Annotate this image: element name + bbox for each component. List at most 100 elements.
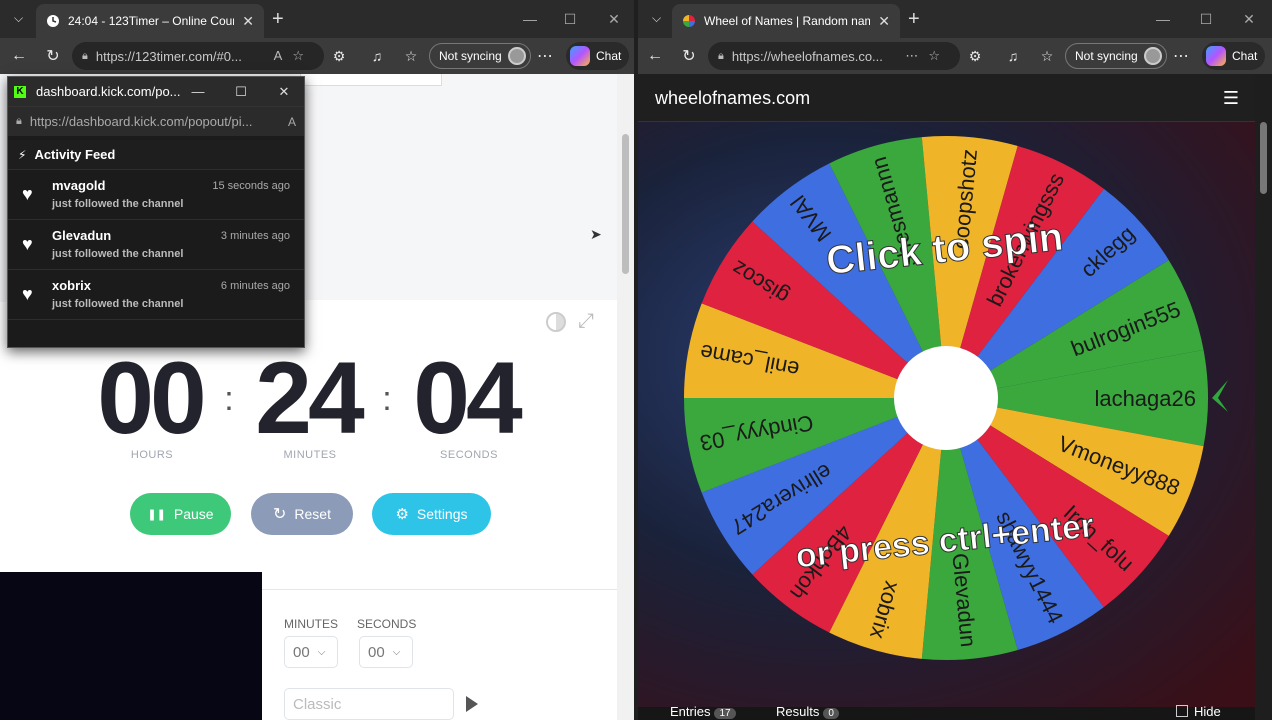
read-aloud-icon[interactable]: A bbox=[288, 115, 296, 129]
chat-label: Chat bbox=[1232, 49, 1258, 63]
activity-feed-title: Activity Feed bbox=[34, 147, 116, 162]
scrollbar[interactable] bbox=[617, 74, 634, 720]
results-tab[interactable]: Results 0 bbox=[776, 704, 839, 719]
lock-icon: 🔒︎ bbox=[16, 115, 22, 127]
close-tab-icon[interactable]: ✕ bbox=[878, 13, 890, 30]
wheel-page: wheelofnames.com ☰ lachaga26 Vmoneyy888 Ir… bbox=[638, 74, 1255, 720]
minimize-icon[interactable]: — bbox=[178, 77, 218, 106]
close-window-icon[interactable]: ✕ bbox=[264, 77, 304, 106]
new-tab-icon[interactable]: + bbox=[272, 9, 284, 29]
wheel-tabs: Entries 17 Results 0 Hide bbox=[638, 702, 1255, 720]
new-tab-icon[interactable]: + bbox=[908, 9, 920, 29]
entries-count: 17 bbox=[714, 708, 736, 719]
extensions-icon[interactable]: ⚙ bbox=[328, 45, 350, 67]
dropdown-fragment bbox=[300, 74, 442, 86]
media-icon[interactable]: ♫ bbox=[366, 45, 388, 67]
minutes-digits: 24 bbox=[255, 341, 364, 455]
checkbox-icon bbox=[1176, 705, 1188, 717]
fullscreen-icon[interactable]: ⤢ bbox=[578, 310, 594, 333]
address-bar[interactable]: 🔒︎ https://123timer.com/#0... A☆ bbox=[72, 42, 324, 70]
style-select-value: Classic bbox=[293, 695, 342, 713]
more-menu-icon[interactable]: ⋯ bbox=[534, 45, 556, 67]
scrollbar-thumb[interactable] bbox=[1260, 122, 1267, 194]
close-window-icon[interactable]: ✕ bbox=[592, 0, 634, 38]
play-icon[interactable] bbox=[466, 696, 478, 712]
pause-button[interactable]: ❚❚ Pause bbox=[130, 493, 231, 535]
tab-list-chevron-icon[interactable]: ⌵ bbox=[652, 11, 661, 26]
style-select[interactable]: Classic bbox=[284, 688, 454, 720]
theme-toggle-icon[interactable] bbox=[546, 312, 566, 332]
address-bar[interactable]: 🔒︎ https://wheelofnames.co... ⋯☆ bbox=[708, 42, 960, 70]
popout-title: dashboard.kick.com/po... bbox=[36, 84, 181, 99]
browser-toolbar: ← ↻ 🔒︎ https://123timer.com/#0... A☆ ⚙ ♫… bbox=[0, 38, 634, 74]
hamburger-menu-icon[interactable]: ☰ bbox=[1223, 88, 1239, 109]
hide-toggle[interactable]: Hide bbox=[1176, 704, 1221, 719]
hide-label: Hide bbox=[1194, 704, 1221, 719]
profile-avatar bbox=[507, 47, 526, 65]
address-actions-icon[interactable]: A☆ bbox=[274, 48, 314, 64]
favorites-icon[interactable]: ☆ bbox=[1036, 45, 1058, 67]
sync-label: Not syncing bbox=[439, 49, 502, 63]
entries-tab[interactable]: Entries 17 bbox=[670, 704, 736, 719]
tab-123timer[interactable]: 24:04 - 123Timer – Online Countdown ✕ bbox=[36, 4, 264, 38]
gear-icon: ⚙ bbox=[395, 506, 409, 523]
seconds-select[interactable]: 00 ⌵ bbox=[359, 636, 413, 668]
follower-name: mvagold bbox=[52, 178, 106, 193]
sync-button[interactable]: Not syncing bbox=[1065, 43, 1167, 69]
tab-list-chevron-icon[interactable]: ⌵ bbox=[14, 11, 23, 26]
name-wheel[interactable]: lachaga26Vmoneyy888Iron_folushawyy1444Gl… bbox=[638, 122, 1255, 707]
back-icon[interactable]: ← bbox=[8, 45, 30, 67]
wheel-favicon-icon bbox=[682, 14, 696, 28]
minutes-select[interactable]: 00 ⌵ bbox=[284, 636, 338, 668]
kick-logo-icon: K bbox=[14, 85, 26, 98]
minimize-icon[interactable]: — bbox=[508, 0, 552, 38]
right-browser-window: ⌵ Wheel of Names | Random name picker ✕ … bbox=[638, 0, 1272, 720]
follower-name: Glevadun bbox=[52, 228, 112, 243]
refresh-icon[interactable]: ↻ bbox=[678, 45, 700, 67]
extensions-icon[interactable]: ⚙ bbox=[964, 45, 986, 67]
copilot-chat-button[interactable]: Chat bbox=[566, 42, 630, 70]
scrollbar[interactable] bbox=[1255, 74, 1272, 720]
results-count: 0 bbox=[823, 708, 839, 719]
scrollbar-thumb[interactable] bbox=[622, 134, 629, 274]
activity-item: ♥ xobrix just followed the channel 6 min… bbox=[8, 270, 304, 320]
wheel-pointer-icon bbox=[1212, 380, 1228, 412]
wheel-center[interactable] bbox=[894, 346, 998, 450]
kick-popout-window: K dashboard.kick.com/po... — ☐ ✕ 🔒︎ http… bbox=[7, 76, 305, 348]
minimize-icon[interactable]: — bbox=[1141, 0, 1185, 38]
maximize-icon[interactable]: ☐ bbox=[548, 0, 592, 38]
popout-titlebar: K dashboard.kick.com/po... — ☐ ✕ bbox=[8, 77, 304, 106]
tab-title: 24:04 - 123Timer – Online Countdown bbox=[68, 14, 234, 28]
activity-action: just followed the channel bbox=[52, 298, 184, 310]
reset-button[interactable]: ↻ Reset bbox=[251, 493, 353, 535]
site-title[interactable]: wheelofnames.com bbox=[655, 88, 810, 109]
set-seconds-label: SECONDS bbox=[357, 617, 417, 631]
set-minutes-label: MINUTES bbox=[284, 617, 338, 631]
back-icon[interactable]: ← bbox=[644, 45, 666, 67]
maximize-icon[interactable]: ☐ bbox=[1184, 0, 1228, 38]
copilot-chat-button[interactable]: Chat bbox=[1202, 42, 1266, 70]
sync-button[interactable]: Not syncing bbox=[429, 43, 531, 69]
maximize-icon[interactable]: ☐ bbox=[221, 77, 261, 106]
favorites-icon[interactable]: ☆ bbox=[400, 45, 422, 67]
activity-time: 6 minutes ago bbox=[220, 280, 290, 292]
activity-action: just followed the channel bbox=[52, 248, 184, 260]
left-browser-window: ⌵ 24:04 - 123Timer – Online Countdown ✕ … bbox=[0, 0, 634, 720]
refresh-icon[interactable]: ↻ bbox=[42, 45, 64, 67]
results-label: Results bbox=[776, 704, 820, 719]
settings-button[interactable]: ⚙ Settings bbox=[372, 493, 491, 535]
lock-icon: 🔒︎ bbox=[718, 49, 724, 62]
wheel-entry-label: lachaga26 bbox=[1094, 386, 1196, 411]
copilot-icon bbox=[1206, 46, 1226, 66]
tab-wheel-of-names[interactable]: Wheel of Names | Random name picker ✕ bbox=[672, 4, 900, 38]
media-icon[interactable]: ♫ bbox=[1002, 45, 1024, 67]
chevron-down-icon: ⌵ bbox=[392, 646, 401, 658]
hours-label: HOURS bbox=[130, 449, 174, 461]
activity-time: 3 minutes ago bbox=[220, 230, 290, 242]
url-text: https://123timer.com/#0... bbox=[95, 48, 242, 64]
close-window-icon[interactable]: ✕ bbox=[1227, 0, 1271, 38]
close-tab-icon[interactable]: ✕ bbox=[242, 13, 254, 30]
tab-bar: ⌵ 24:04 - 123Timer – Online Countdown ✕ … bbox=[0, 0, 634, 38]
address-actions-icon[interactable]: ⋯☆ bbox=[905, 48, 950, 64]
more-menu-icon[interactable]: ⋯ bbox=[1170, 45, 1192, 67]
